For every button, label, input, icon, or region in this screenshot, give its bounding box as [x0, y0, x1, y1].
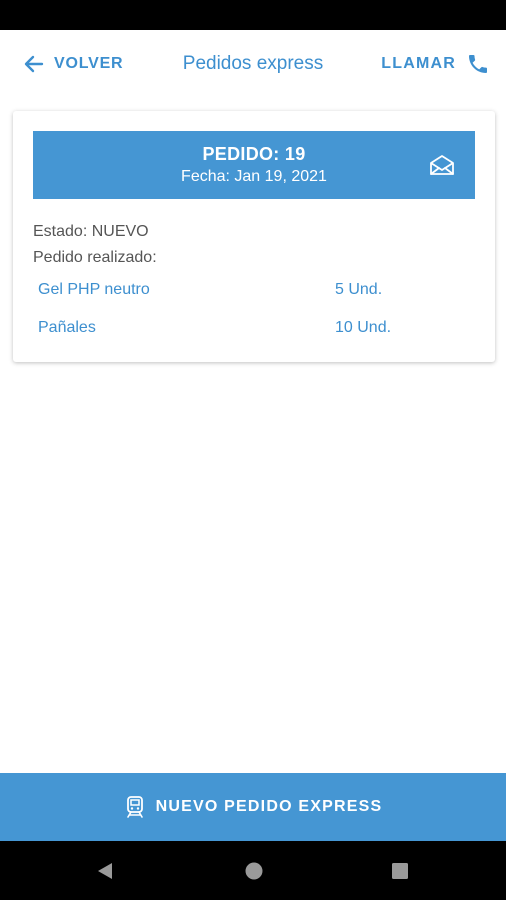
train-icon: [124, 795, 156, 819]
order-status: Estado: NUEVO: [33, 223, 149, 240]
order-number: PEDIDO: 19: [202, 144, 306, 164]
order-item-qty: 5 Und.: [335, 281, 383, 298]
envelope-open-icon[interactable]: [429, 153, 455, 177]
app-header: VOLVER Pedidos express LLAMAR: [0, 30, 506, 98]
nav-home-button[interactable]: [244, 861, 264, 881]
square-recents-icon: [392, 863, 408, 879]
circle-home-icon: [245, 862, 263, 880]
app-screen: VOLVER Pedidos express LLAMAR PEDIDO: 19…: [0, 0, 506, 900]
nav-back-button[interactable]: [96, 861, 116, 881]
order-placed-label: Pedido realizado:: [33, 249, 157, 266]
order-date: Fecha: Jan 19, 2021: [181, 168, 327, 185]
call-button-label: LLAMAR: [381, 55, 456, 72]
order-item: Gel PHP neutro 5 Und.: [38, 281, 478, 303]
phone-icon: [466, 52, 490, 76]
order-item-name: Gel PHP neutro: [38, 281, 150, 298]
call-button[interactable]: LLAMAR: [381, 52, 490, 76]
status-bar: [0, 0, 506, 30]
order-banner[interactable]: PEDIDO: 19 Fecha: Jan 19, 2021: [33, 131, 475, 199]
order-card: PEDIDO: 19 Fecha: Jan 19, 2021 Estado: N…: [13, 111, 495, 362]
new-order-button[interactable]: NUEVO PEDIDO EXPRESS: [0, 773, 506, 841]
new-order-label: NUEVO PEDIDO EXPRESS: [155, 798, 383, 815]
order-item-qty: 10 Und.: [335, 319, 392, 336]
order-item: Pañales 10 Und.: [38, 319, 478, 341]
triangle-back-icon: [98, 863, 112, 879]
order-item-name: Pañales: [38, 319, 96, 336]
nav-recents-button[interactable]: [390, 861, 410, 881]
system-nav-bar: [0, 841, 506, 900]
